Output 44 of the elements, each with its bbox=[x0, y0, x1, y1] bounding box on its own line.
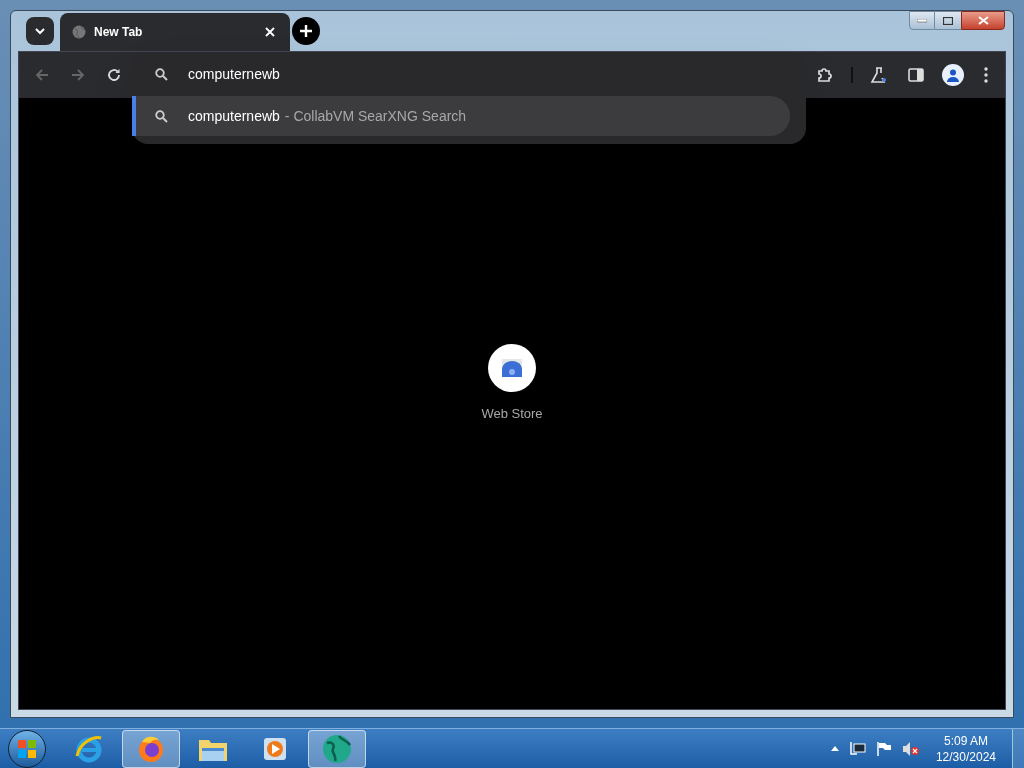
shortcut-label: Web Store bbox=[481, 404, 543, 423]
muted-speaker-icon[interactable] bbox=[901, 740, 920, 757]
suggestion-description: - CollabVM SearXNG Search bbox=[284, 106, 467, 126]
triangle-up-icon bbox=[830, 746, 839, 751]
person-icon bbox=[946, 68, 960, 82]
shortcut-tile[interactable]: Web Store bbox=[481, 343, 543, 424]
search-icon bbox=[155, 67, 168, 81]
suggestion-row[interactable]: computernewb - CollabVM SearXNG Search bbox=[132, 96, 790, 136]
store-icon bbox=[501, 358, 523, 377]
puzzle-piece-icon bbox=[816, 66, 834, 84]
close-icon bbox=[265, 27, 275, 37]
minimize-icon bbox=[917, 18, 927, 23]
tab-search-button[interactable] bbox=[26, 17, 54, 45]
globe-icon bbox=[321, 732, 353, 765]
show-desktop-button[interactable] bbox=[1012, 728, 1024, 768]
network-icon[interactable] bbox=[849, 741, 866, 756]
windows-logo-icon bbox=[17, 738, 37, 759]
profile-button[interactable] bbox=[942, 64, 964, 86]
play-icon bbox=[262, 735, 288, 762]
close-icon bbox=[977, 16, 989, 25]
browser-tab[interactable]: New Tab bbox=[60, 13, 290, 51]
flag-icon[interactable] bbox=[875, 741, 892, 756]
tab-title: New Tab bbox=[94, 24, 143, 41]
more-vertical-icon bbox=[984, 67, 988, 83]
plus-icon bbox=[299, 24, 313, 38]
new-tab-button[interactable] bbox=[292, 17, 320, 45]
chevron-down-icon bbox=[34, 25, 46, 37]
suggestion-query: computernewb bbox=[188, 106, 280, 126]
clock-date: 12/30/2024 bbox=[935, 748, 996, 765]
clock-time: 5:09 AM bbox=[943, 732, 988, 749]
side-panel-icon bbox=[908, 67, 924, 83]
forward-arrow-icon bbox=[71, 68, 85, 82]
flask-icon bbox=[870, 66, 888, 84]
search-icon bbox=[155, 109, 168, 123]
back-arrow-icon bbox=[35, 68, 49, 82]
taskbar-app-button[interactable] bbox=[122, 729, 180, 768]
maximize-icon bbox=[943, 16, 953, 25]
taskbar-app-button[interactable] bbox=[308, 729, 366, 768]
e-logo-icon bbox=[74, 733, 104, 764]
close-button[interactable] bbox=[961, 11, 1005, 30]
globe-icon bbox=[72, 25, 86, 39]
reload-icon bbox=[107, 68, 121, 82]
maximize-button[interactable] bbox=[935, 11, 961, 30]
start-button[interactable] bbox=[8, 729, 46, 768]
